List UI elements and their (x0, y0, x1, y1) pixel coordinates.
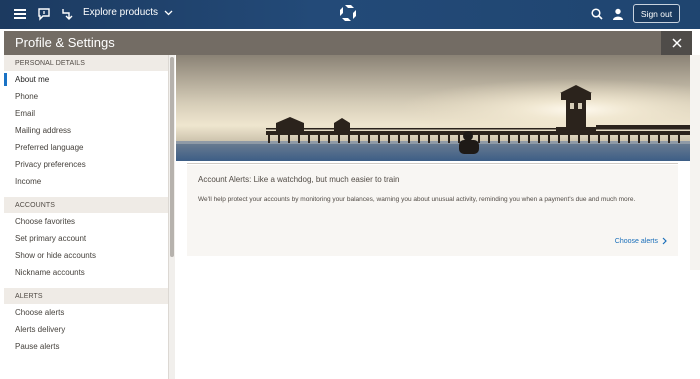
sidebar-item-alerts-delivery[interactable]: Alerts delivery (4, 321, 168, 338)
content-divider (187, 163, 678, 164)
explore-products-label: Explore products (83, 7, 159, 18)
sidebar-item-phone[interactable]: Phone (4, 88, 168, 105)
sidebar-item-choose-favorites[interactable]: Choose favorites (4, 213, 168, 230)
chevron-down-icon (164, 10, 173, 15)
sidebar-item-nickname-accounts[interactable]: Nickname accounts (4, 264, 168, 288)
menu-icon[interactable] (12, 6, 28, 22)
logo-icon[interactable] (339, 4, 357, 22)
sidebar-item-privacy-preferences[interactable]: Privacy preferences (4, 156, 168, 173)
search-icon[interactable] (589, 6, 605, 22)
close-button[interactable] (661, 31, 692, 55)
chevron-right-icon (662, 237, 667, 245)
section-heading-personal-details: PERSONAL DETAILS (4, 55, 168, 71)
top-nav-bar: Explore products Sign out (0, 0, 700, 29)
sidebar-item-about-me[interactable]: About me (4, 71, 168, 88)
pin-icon[interactable] (59, 6, 75, 22)
settings-header: Profile & Settings (4, 31, 692, 55)
sidebar-item-show-hide-accounts[interactable]: Show or hide accounts (4, 247, 168, 264)
choose-alerts-label: Choose alerts (614, 237, 658, 245)
settings-sidebar: PERSONAL DETAILS About me Phone Email Ma… (4, 55, 169, 379)
sidebar-scrollbar-thumb[interactable] (170, 57, 174, 257)
explore-products-menu[interactable]: Explore products (83, 7, 173, 18)
page-title: Profile & Settings (15, 35, 115, 50)
sidebar-item-email[interactable]: Email (4, 105, 168, 122)
sign-out-button[interactable]: Sign out (633, 4, 680, 23)
sidebar-item-set-primary-account[interactable]: Set primary account (4, 230, 168, 247)
sidebar-item-mailing-address[interactable]: Mailing address (4, 122, 168, 139)
hero-image (176, 55, 690, 161)
section-heading-accounts: ACCOUNTS (4, 197, 168, 213)
chat-icon[interactable] (36, 6, 52, 22)
user-icon[interactable] (610, 6, 626, 22)
right-panel-edge (690, 55, 700, 270)
sidebar-item-choose-alerts[interactable]: Choose alerts (4, 304, 168, 321)
section-heading-alerts: ALERTS (4, 288, 168, 304)
close-icon (671, 38, 682, 48)
sidebar-item-pause-alerts[interactable]: Pause alerts (4, 338, 168, 355)
sidebar-item-income[interactable]: Income (4, 173, 168, 197)
card-title: Account Alerts: Like a watchdog, but muc… (198, 175, 400, 184)
sidebar-item-preferred-language[interactable]: Preferred language (4, 139, 168, 156)
choose-alerts-link[interactable]: Choose alerts (615, 237, 667, 245)
card-description: We'll help protect your accounts by moni… (198, 196, 636, 203)
account-alerts-card: Account Alerts: Like a watchdog, but muc… (187, 165, 678, 256)
